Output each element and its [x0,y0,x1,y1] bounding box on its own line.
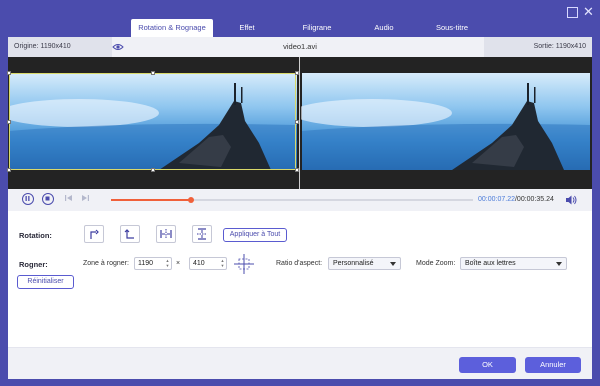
crop-handle-top[interactable] [151,71,155,75]
video-preview [7,57,592,189]
chevron-down-icon [390,262,396,266]
ok-button[interactable]: OK [459,357,516,373]
crop-width-stepper[interactable]: ▲ ▼ [165,258,170,268]
crop-handle-bottom-right[interactable] [295,168,299,172]
flip-vertical-button[interactable] [192,225,212,243]
crop-zone-label: Zone à rogner: [83,260,129,267]
preview-divider [299,57,300,189]
flip-horizontal-button[interactable] [156,225,176,243]
pause-icon [25,196,30,201]
center-crop-icon[interactable] [234,254,254,274]
stop-button[interactable] [42,193,54,205]
tab-audio[interactable]: Audio [353,19,415,37]
rotation-label: Rotation: [19,231,52,240]
flip-vertical-icon [197,228,207,240]
crop-handle-top-right[interactable] [295,71,299,75]
zoom-mode-label: Mode Zoom: [416,260,456,267]
crop-handle-bottom-left[interactable] [7,168,11,172]
crop-height-field[interactable]: 410 ▲ ▼ [189,257,227,270]
origin-resolution: Origine: 1190x410 [8,37,112,57]
tab-bar: Rotation & Rognage Effet Filigrane Audio… [131,19,489,37]
rotate-left-icon [90,229,99,239]
current-time: 00:00:07.22 [478,196,515,203]
crop-width-field[interactable]: 1190 ▲ ▼ [134,257,172,270]
crop-width-value: 1190 [138,260,154,267]
total-time: /00:00:35.24 [514,196,554,203]
stop-icon [45,196,50,201]
crop-handle-right[interactable] [295,120,299,124]
previous-frame-icon[interactable] [65,194,73,202]
tab-rotation-rognage[interactable]: Rotation & Rognage [131,19,213,37]
aspect-ratio-select[interactable]: Personnalisé [328,257,401,270]
reset-button[interactable]: Réinitialiser [17,275,74,289]
content-panel: video1.avi Origine: 1190x410 Sortie: 119… [7,37,592,379]
crop-height-stepper[interactable]: ▲ ▼ [220,258,225,268]
output-preview-image [301,73,591,170]
volume-icon[interactable] [565,194,577,206]
pause-button[interactable] [22,193,34,205]
crop-frame[interactable] [9,73,296,170]
aspect-ratio-label: Ratio d'aspect: [276,260,323,267]
eye-icon[interactable] [112,42,124,52]
apply-to-all-button[interactable]: Appliquer à Tout [223,228,287,242]
output-resolution: Sortie: 1190x410 [484,37,592,57]
rotate-right-button[interactable] [120,225,140,243]
rotate-left-button[interactable] [84,225,104,243]
multiply-sign: × [176,260,181,267]
cancel-button[interactable]: Annuler [525,357,581,373]
crop-handle-left[interactable] [7,120,11,124]
progress-handle[interactable] [187,197,194,203]
rotate-right-icon [124,229,134,239]
footer-bar: OK Annuler [8,347,592,379]
tab-sous-titre[interactable]: Sous-titre [415,19,489,37]
aspect-ratio-value: Personnalisé [333,260,374,267]
tab-filigrane[interactable]: Filigrane [281,19,353,37]
crop-handle-top-left[interactable] [7,71,11,75]
flip-horizontal-icon [160,229,172,239]
tab-effet[interactable]: Effet [213,19,281,37]
crop-handle-bottom[interactable] [151,168,155,172]
crop-height-value: 410 [193,260,205,267]
preview-header: video1.avi Origine: 1190x410 Sortie: 119… [8,37,592,57]
timecode: 00:00:07.22/00:00:35.24 [478,189,554,211]
chevron-down-icon [556,262,562,266]
close-icon[interactable]: ✕ [583,5,594,18]
progress-track[interactable] [111,197,473,203]
video-editor-window: ✕ Rotation & Rognage Effet Filigrane Aud… [0,0,600,386]
playback-bar: 00:00:07.22/00:00:35.24 [8,189,592,211]
next-frame-icon[interactable] [81,194,89,202]
zoom-mode-select[interactable]: Boîte aux lettres [460,257,567,270]
progress-fill [111,199,191,201]
minimize-icon[interactable] [567,7,578,18]
crop-label: Rogner: [19,260,48,269]
zoom-mode-value: Boîte aux lettres [465,260,516,267]
